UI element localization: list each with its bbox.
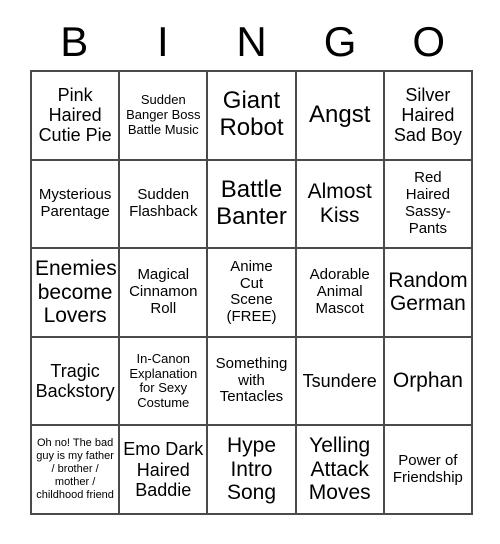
bingo-header-letter-g: G	[323, 18, 357, 65]
bingo-cell[interactable]: Random German	[384, 249, 473, 338]
bingo-cell-label: Orphan	[392, 369, 463, 393]
bingo-cell[interactable]: Sudden Banger Boss Battle Music	[120, 72, 209, 161]
bingo-cell[interactable]: Adorable Animal Mascot	[296, 249, 385, 338]
bingo-cell-label: Anime Cut Scene (FREE)	[226, 257, 277, 326]
bingo-cell-label: Emo Dark Haired Baddie	[123, 439, 204, 500]
bingo-cell-label: Tragic Backstory	[35, 360, 115, 402]
bingo-cell-label: Pink Haired Cutie Pie	[38, 85, 112, 146]
bingo-cell-label: Random German	[388, 268, 468, 316]
bingo-cell-label: Power of Friendship	[392, 451, 463, 486]
bingo-cell[interactable]: Something with Tentacles	[208, 337, 297, 427]
bingo-cell-label: Almost Kiss	[307, 180, 372, 227]
bingo-cell-free[interactable]: Anime Cut Scene (FREE)	[208, 249, 297, 338]
bingo-cell[interactable]: Power of Friendship	[384, 426, 473, 515]
bingo-cell-label: Giant Robot	[219, 87, 284, 142]
bingo-cell[interactable]: Pink Haired Cutie Pie	[32, 72, 121, 161]
bingo-cell[interactable]: Yelling Attack Moves	[296, 426, 385, 515]
bingo-cell-label: Yelling Attack Moves	[308, 434, 371, 505]
bingo-cell[interactable]: Tsundere	[296, 337, 385, 427]
bingo-cell-label: Tsundere	[302, 371, 377, 392]
bingo-card: B I N G O Pink Haired Cutie Pie Sudden B…	[0, 0, 500, 544]
bingo-cell-label: Magical Cinnamon Roll	[129, 266, 198, 317]
bingo-cell-label: Red Haired Sassy- Pants	[404, 169, 451, 237]
bingo-cell[interactable]: Red Haired Sassy- Pants	[384, 160, 473, 250]
bingo-header-letter-i: I	[157, 18, 169, 65]
bingo-cell[interactable]: Tragic Backstory	[32, 337, 121, 427]
bingo-cell[interactable]: Mysterious Parentage	[32, 160, 121, 250]
bingo-cell[interactable]: Giant Robot	[208, 72, 297, 161]
bingo-cell[interactable]: Angst	[296, 72, 385, 161]
bingo-cell-label: Battle Banter	[216, 176, 287, 230]
bingo-cell[interactable]: Oh no! The bad guy is my father / brothe…	[32, 426, 121, 515]
bingo-header-letter-n: N	[236, 18, 267, 65]
bingo-cell[interactable]: In-Canon Explanation for Sexy Costume	[120, 337, 209, 427]
bingo-cell[interactable]: Orphan	[384, 337, 473, 427]
bingo-cell[interactable]: Emo Dark Haired Baddie	[120, 426, 209, 515]
bingo-header-row: B I N G O	[30, 14, 473, 70]
bingo-grid: Pink Haired Cutie Pie Sudden Banger Boss…	[30, 70, 473, 515]
bingo-cell-label: Hype Intro Song	[226, 434, 277, 505]
bingo-cell-label: Enemies become Lovers	[35, 257, 117, 328]
bingo-cell[interactable]: Hype Intro Song	[208, 426, 297, 515]
bingo-cell-label: Silver Haired Sad Boy	[393, 85, 462, 146]
bingo-cell-label: Sudden Banger Boss Battle Music	[126, 92, 201, 137]
bingo-cell-label: Something with Tentacles	[215, 354, 288, 406]
bingo-cell[interactable]: Magical Cinnamon Roll	[120, 249, 209, 338]
bingo-cell-label: Angst	[309, 100, 371, 128]
bingo-header-letter-o: O	[412, 18, 445, 65]
bingo-cell-label: Oh no! The bad guy is my father / brothe…	[36, 437, 114, 502]
bingo-cell[interactable]: Almost Kiss	[296, 160, 385, 250]
bingo-cell[interactable]: Silver Haired Sad Boy	[384, 72, 473, 161]
bingo-cell[interactable]: Battle Banter	[208, 160, 297, 250]
bingo-cell[interactable]: Sudden Flashback	[120, 160, 209, 250]
bingo-cell-label: Adorable Animal Mascot	[309, 266, 370, 317]
bingo-cell-label: Sudden Flashback	[129, 186, 198, 220]
bingo-header-letter-b: B	[60, 18, 89, 65]
bingo-cell-label: In-Canon Explanation for Sexy Costume	[129, 351, 198, 410]
bingo-cell[interactable]: Enemies become Lovers	[32, 249, 121, 338]
bingo-cell-label: Mysterious Parentage	[38, 186, 112, 220]
